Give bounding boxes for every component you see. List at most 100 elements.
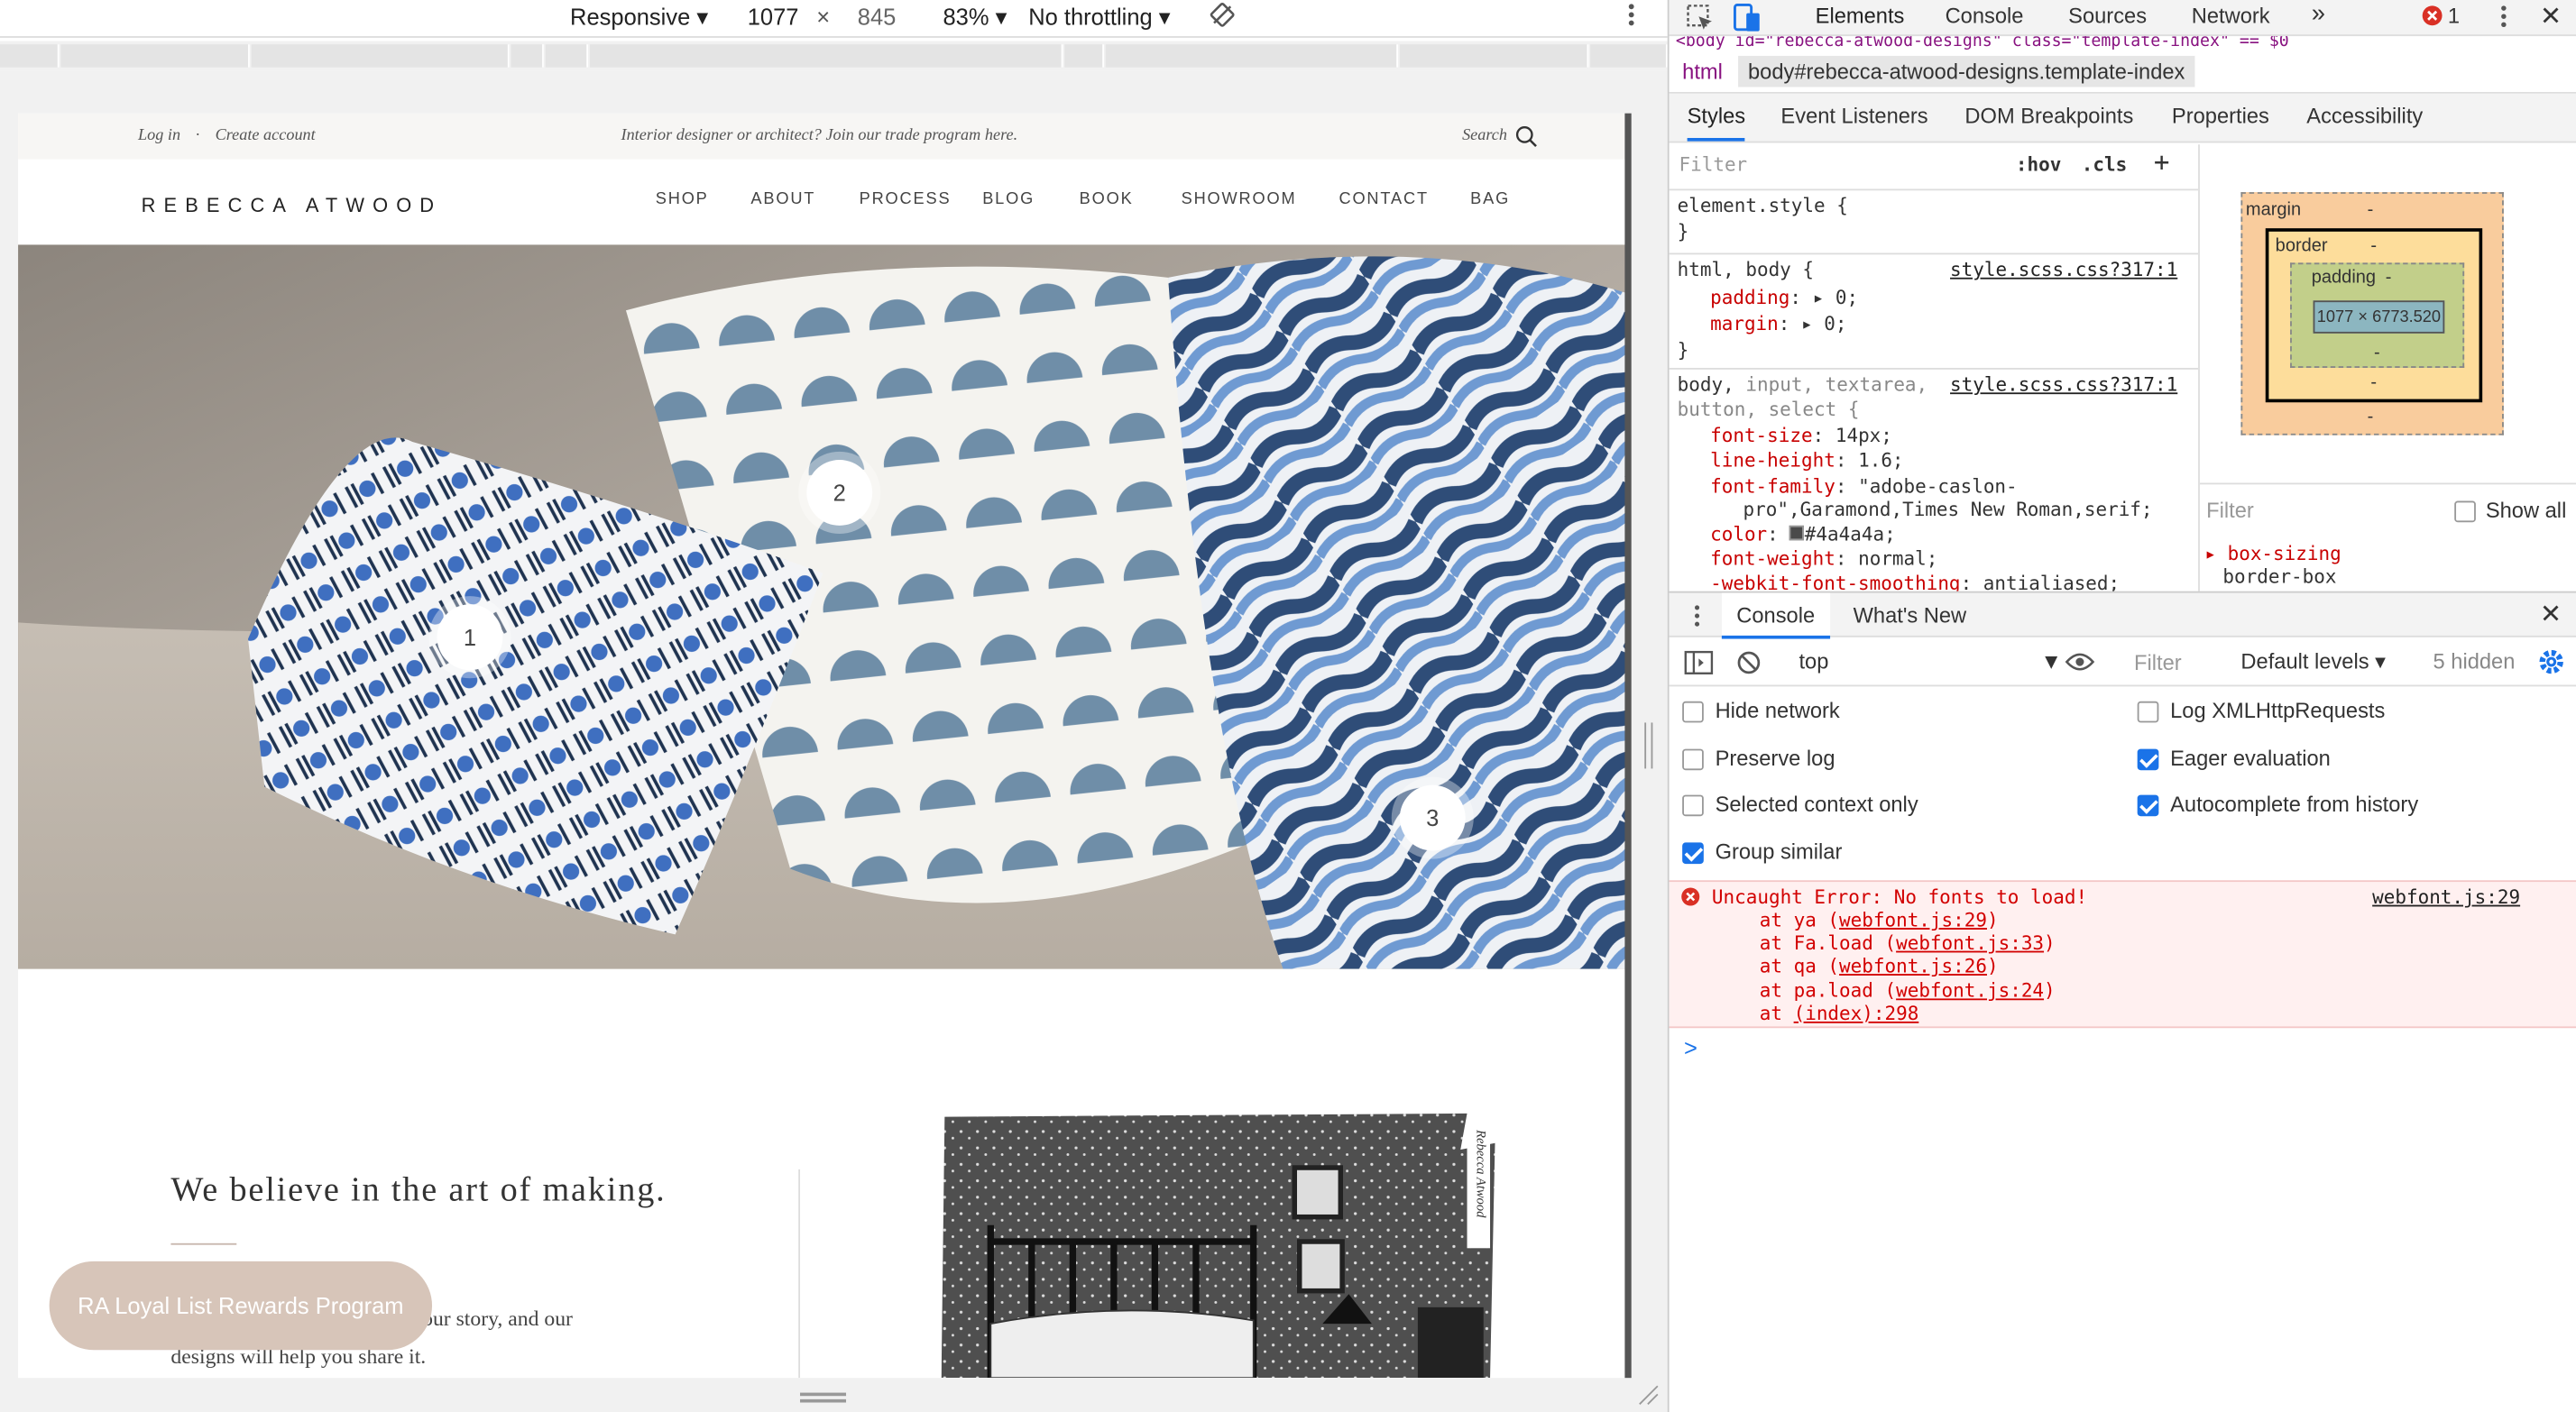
console-filter-input[interactable]: Filter — [2134, 650, 2182, 674]
nav-showroom[interactable]: SHOWROOM — [1182, 190, 1297, 208]
viewport-height-input[interactable]: 845 — [858, 4, 897, 30]
crumb-body[interactable]: body#rebecca-atwood-designs.template-ind… — [1738, 55, 2195, 87]
rotate-icon[interactable] — [1210, 2, 1236, 33]
box-model-border[interactable]: border - padding - 1077 × 6773.520 - - — [2265, 228, 2483, 403]
nav-process[interactable]: PROCESS — [860, 190, 952, 208]
log-levels-select[interactable]: Default levels ▾ — [2240, 648, 2386, 674]
live-expression-icon[interactable] — [2065, 652, 2095, 676]
prop-font-smoothing[interactable]: -webkit-font-smoothing: antialiased; — [1710, 572, 2120, 591]
error-source-link[interactable]: webfont.js:29 — [2372, 885, 2520, 909]
autocomplete-history-checkbox[interactable] — [2137, 794, 2159, 817]
nav-bag[interactable]: BAG — [1470, 190, 1510, 208]
prop-font-size[interactable]: font-size: 14px; — [1710, 424, 1892, 447]
hotspot-3[interactable]: 3 — [1399, 784, 1466, 851]
device-select[interactable]: Responsive ▾ — [570, 4, 708, 32]
trade-program-link[interactable]: Interior designer or architect? Join our… — [621, 126, 1018, 144]
hidden-count[interactable]: 5 hidden — [2433, 648, 2516, 673]
padding-top-value[interactable]: - — [2386, 268, 2392, 288]
cls-toggle[interactable]: .cls — [2082, 152, 2127, 176]
loyalty-program-button[interactable]: RA Loyal List Rewards Program — [49, 1261, 433, 1351]
prop-line-height[interactable]: line-height: 1.6; — [1710, 448, 1903, 472]
tab-network[interactable]: Network — [2192, 4, 2270, 28]
devtools-menu-icon[interactable] — [2498, 2, 2508, 36]
error-count[interactable]: 1 — [2448, 4, 2460, 28]
more-tabs-chevron[interactable]: » — [2312, 0, 2325, 28]
page-scrollbar[interactable] — [1624, 113, 1632, 1379]
close-devtools-icon[interactable]: ✕ — [2540, 0, 2562, 32]
zoom-select[interactable]: 83% ▾ — [943, 4, 1007, 32]
console-error-message[interactable]: Uncaught Error: No fonts to load! webfon… — [1669, 880, 2576, 1029]
tab-elements[interactable]: Elements — [1816, 4, 1905, 28]
subtab-styles[interactable]: Styles — [1687, 104, 1746, 142]
computed-prop-box-sizing[interactable]: ▸ box-sizing — [2204, 542, 2341, 565]
group-similar-checkbox[interactable] — [1682, 842, 1704, 865]
throttling-select[interactable]: No throttling ▾ — [1028, 4, 1170, 32]
eager-evaluation-checkbox[interactable] — [2137, 748, 2159, 771]
clear-console-icon[interactable] — [1736, 650, 1761, 680]
subtab-properties[interactable]: Properties — [2172, 104, 2269, 128]
hide-network-checkbox[interactable] — [1682, 701, 1704, 723]
resize-height-handle[interactable] — [800, 1392, 847, 1403]
margin-bottom-value[interactable]: - — [2368, 408, 2374, 427]
prop-font-family[interactable]: font-family: "adobe-caslon- — [1710, 474, 2018, 498]
subtab-event-listeners[interactable]: Event Listeners — [1780, 104, 1927, 128]
rule1-margin[interactable]: margin: ▸ 0; — [1710, 312, 1846, 335]
nav-about[interactable]: ABOUT — [750, 190, 815, 208]
create-account-link[interactable]: Create account — [216, 126, 316, 144]
stack-link[interactable]: webfont.js:24 — [1896, 979, 2044, 1003]
hotspot-2[interactable]: 2 — [806, 460, 873, 526]
media-query-ruler[interactable] — [0, 41, 1668, 71]
context-select[interactable]: top ▼ — [1799, 648, 2061, 673]
color-swatch[interactable] — [1789, 525, 1805, 541]
console-settings-icon[interactable] — [2538, 648, 2564, 680]
selected-context-checkbox[interactable] — [1682, 794, 1704, 817]
drawer-tab-console[interactable]: Console — [1721, 592, 1830, 639]
hov-toggle[interactable]: :hov — [2016, 152, 2061, 176]
prop-font-weight[interactable]: font-weight: normal; — [1710, 547, 1937, 571]
search-icon[interactable] — [1514, 124, 1538, 152]
drawer-tab-whats-new[interactable]: What's New — [1854, 602, 1967, 627]
tab-console[interactable]: Console — [1946, 4, 2024, 28]
drawer-menu-icon[interactable] — [1692, 602, 1702, 634]
rule2-selector[interactable]: body, input, textarea, — [1678, 372, 1927, 396]
resize-corner-icon[interactable] — [1636, 1383, 1660, 1412]
styles-filter-input[interactable]: Filter — [1679, 152, 1997, 176]
show-all-checkbox[interactable] — [2454, 500, 2476, 523]
border-top-value[interactable]: - — [2370, 236, 2377, 256]
nav-blog[interactable]: BLOG — [982, 190, 1035, 208]
padding-bottom-value[interactable]: - — [2374, 344, 2380, 363]
inspect-element-icon[interactable] — [1686, 4, 1716, 38]
log-xhr-checkbox[interactable] — [2137, 701, 2159, 723]
nav-contact[interactable]: CONTACT — [1339, 190, 1428, 208]
element-style-rule[interactable]: element.style { — [1678, 194, 1848, 217]
border-bottom-value[interactable]: - — [2370, 372, 2377, 392]
search-link[interactable]: Search — [1462, 126, 1507, 144]
more-options-icon[interactable] — [1624, 0, 1638, 34]
viewport-width-input[interactable]: 1077 — [748, 4, 799, 30]
stack-link[interactable]: webfont.js:33 — [1896, 931, 2044, 955]
tab-sources[interactable]: Sources — [2068, 4, 2147, 28]
preserve-log-checkbox[interactable] — [1682, 748, 1704, 771]
website-viewport[interactable]: Log in · Create account Interior designe… — [18, 113, 1630, 1379]
stack-link[interactable]: (index):298 — [1794, 1002, 1919, 1025]
resize-width-handle[interactable] — [1644, 722, 1653, 769]
box-model-content[interactable]: 1077 × 6773.520 — [2313, 300, 2445, 334]
box-model-margin[interactable]: margin - border - padding - 1077 × 6773.… — [2240, 192, 2504, 436]
stack-link[interactable]: webfont.js:26 — [1839, 954, 1987, 977]
rule1-padding[interactable]: padding: ▸ 0; — [1710, 286, 1858, 309]
login-link[interactable]: Log in — [138, 126, 180, 144]
nav-shop[interactable]: SHOP — [656, 190, 709, 208]
box-model-padding[interactable]: padding - 1077 × 6773.520 - — [2290, 262, 2465, 369]
rule2-source-link[interactable]: style.scss.css?317:1 — [1950, 372, 2177, 396]
error-badge-icon[interactable] — [2422, 5, 2443, 31]
close-drawer-icon[interactable]: ✕ — [2540, 598, 2562, 630]
dom-tree-peek[interactable]: <body id="rebecca-atwood-designs" class=… — [1670, 36, 2576, 54]
crumb-html[interactable]: html — [1682, 60, 1723, 84]
computed-filter-input[interactable]: Filter — [2206, 498, 2254, 522]
sidebar-toggle-icon[interactable] — [1684, 650, 1714, 680]
prop-color[interactable]: color: #4a4a4a; — [1710, 522, 1896, 546]
console-prompt[interactable]: > — [1684, 1035, 1697, 1061]
nav-book[interactable]: BOOK — [1080, 190, 1134, 208]
subtab-dom-breakpoints[interactable]: DOM Breakpoints — [1964, 104, 2133, 128]
device-toggle-icon[interactable] — [1732, 2, 1764, 40]
